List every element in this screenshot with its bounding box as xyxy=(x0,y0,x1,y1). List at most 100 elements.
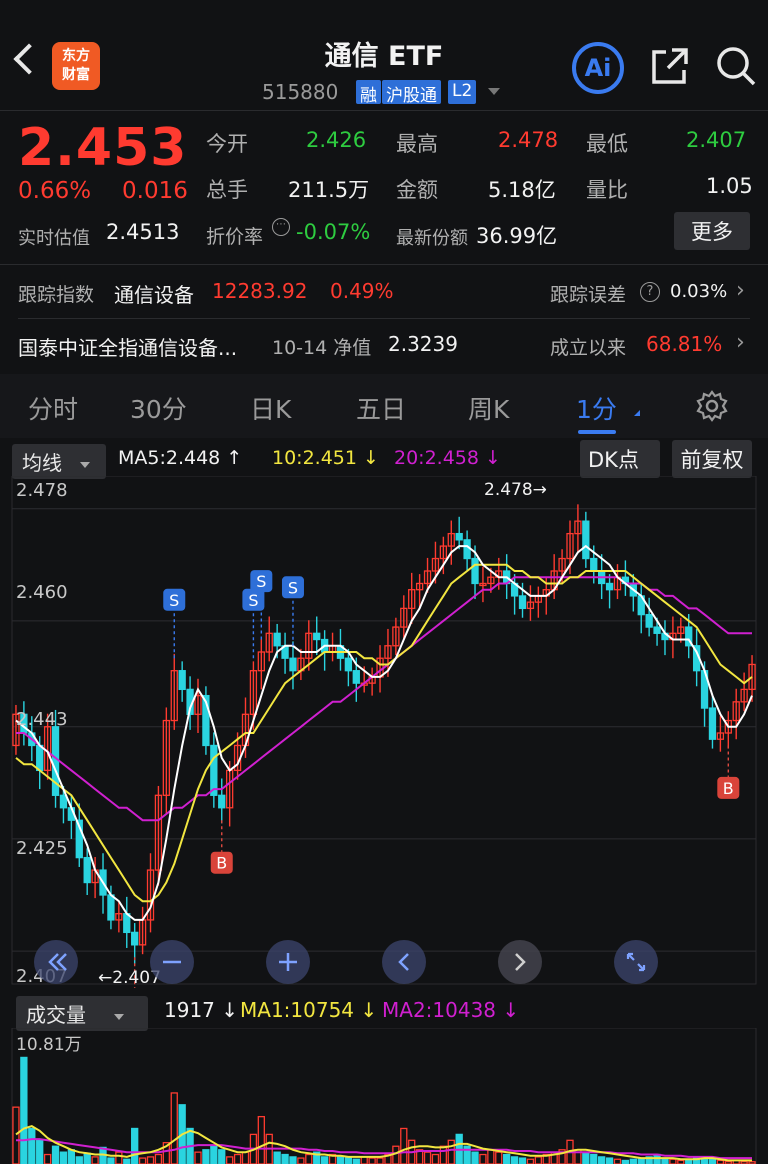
tracking-error-label: 跟踪误差 xyxy=(550,284,627,306)
gear-icon[interactable] xyxy=(696,390,728,426)
volume-bar xyxy=(257,1115,265,1164)
volume-bar xyxy=(233,1153,242,1164)
signal-letter: S xyxy=(256,572,266,591)
volume-bar xyxy=(107,1157,115,1164)
volume-bar xyxy=(526,1158,535,1164)
tab-corner-icon xyxy=(634,410,640,416)
volume-bar xyxy=(590,1153,598,1164)
volume-bar xyxy=(368,1157,376,1164)
open-label: 今开 xyxy=(206,132,248,156)
volume-bar xyxy=(495,1151,503,1164)
back-chevron-icon[interactable] xyxy=(13,43,45,75)
volume-bar xyxy=(653,1153,661,1164)
volume-current: 1917 ↓ xyxy=(164,998,239,1022)
chevron-down-icon xyxy=(114,1013,124,1020)
indicator-select[interactable]: 成交量 xyxy=(16,996,148,1031)
volume-bar xyxy=(598,1156,606,1164)
volume-bar xyxy=(241,1151,250,1164)
volume-bar xyxy=(392,1145,400,1164)
chevron-right-icon[interactable]: › xyxy=(736,278,745,303)
candle-body xyxy=(590,557,598,572)
volume-bar xyxy=(115,1151,123,1164)
volume-bar xyxy=(400,1127,408,1164)
y-tick-label: 2.425 xyxy=(16,838,68,859)
ma10-readout: 10:2.451 ↓ xyxy=(272,447,379,469)
shares-label: 最新份额 xyxy=(396,228,468,249)
volume-ratio-value: 1.05 xyxy=(706,174,753,198)
fund-name[interactable]: 国泰中证全指通信设备... xyxy=(18,332,237,361)
volume-bar xyxy=(20,1056,28,1164)
signal-letter: S xyxy=(169,591,179,610)
candle-body xyxy=(178,670,186,691)
zoom-out-button[interactable] xyxy=(150,940,194,984)
tab-1min[interactable]: 1分 xyxy=(576,390,617,426)
dk-point-button[interactable]: DK点 xyxy=(580,440,660,478)
adjust-button[interactable]: 前复权 xyxy=(672,440,752,478)
tracking-divider xyxy=(18,318,750,319)
volume-bar xyxy=(131,1127,139,1164)
volume-bar xyxy=(431,1153,440,1164)
volume-bar xyxy=(534,1156,542,1164)
nav-value: 2.3239 xyxy=(388,332,458,356)
volume-bar xyxy=(376,1157,384,1164)
tab-daily[interactable]: 日K xyxy=(250,390,291,426)
volume-value: 211.5万 xyxy=(288,178,370,202)
volume-bar xyxy=(297,1157,305,1164)
search-icon[interactable] xyxy=(714,44,758,88)
volume-bar xyxy=(479,1153,487,1164)
change-percent: 0.66% xyxy=(18,178,92,204)
scroll-left-button[interactable] xyxy=(382,940,426,984)
volume-bar xyxy=(518,1157,527,1164)
tab-weekly[interactable]: 周K xyxy=(468,390,509,426)
volume-bar xyxy=(91,1156,99,1164)
ma-select[interactable]: 均线 xyxy=(12,444,106,479)
tracking-index-name: 通信设备 xyxy=(114,283,194,307)
candlestick-chart[interactable]: SSSSBBB xyxy=(0,476,768,988)
candle-body xyxy=(582,520,590,560)
info-icon[interactable]: ⋯ xyxy=(272,218,290,236)
tab-five-day[interactable]: 五日 xyxy=(356,390,406,426)
volume-chart xyxy=(11,1028,757,1164)
level2-tag: L2 xyxy=(448,80,477,104)
ai-assistant-button[interactable]: Ai xyxy=(572,42,624,94)
zoom-in-button[interactable] xyxy=(266,940,310,984)
volume-bar xyxy=(439,1145,448,1164)
volume-bar xyxy=(289,1156,297,1164)
chevron-right-icon[interactable]: › xyxy=(736,330,745,355)
tab-30min[interactable]: 30分 xyxy=(130,390,187,426)
candle-body xyxy=(471,557,479,585)
candle-body xyxy=(653,626,661,634)
volume-bar xyxy=(487,1149,495,1164)
nav-label: 10-14 净值 xyxy=(272,337,372,359)
low-label: 最低 xyxy=(586,132,628,156)
volume-label: 总手 xyxy=(206,178,248,202)
signal-letter: S xyxy=(288,578,298,597)
share-icon[interactable] xyxy=(650,46,690,86)
candle-body xyxy=(273,632,281,647)
shares-value: 36.99亿 xyxy=(476,224,558,248)
discount-label: 折价率 xyxy=(206,226,264,248)
active-tab-indicator xyxy=(578,430,616,434)
volume-bar xyxy=(613,1158,622,1164)
high-label: 最高 xyxy=(396,132,438,156)
fast-back-button[interactable] xyxy=(34,940,78,984)
help-icon[interactable]: ? xyxy=(640,282,660,302)
volume-bar xyxy=(210,1145,218,1164)
ma5-readout: MA5:2.448 ↑ xyxy=(118,447,243,469)
volume-bar xyxy=(146,1156,155,1164)
volume-bar xyxy=(708,1158,717,1164)
volume-bar xyxy=(669,1158,677,1164)
volume-bar xyxy=(36,1139,44,1164)
indicator-select-label: 成交量 xyxy=(26,1003,86,1027)
volume-bar xyxy=(67,1149,76,1164)
scroll-right-button[interactable] xyxy=(498,940,542,984)
volume-bar xyxy=(503,1153,511,1164)
chevron-down-icon[interactable] xyxy=(488,88,500,95)
page-title: 通信 ETF xyxy=(324,41,444,72)
open-value: 2.426 xyxy=(306,128,367,152)
volume-bar xyxy=(123,1158,131,1164)
tracking-index-percent: 0.49% xyxy=(330,279,394,303)
fullscreen-button[interactable] xyxy=(614,940,658,984)
tab-intraday[interactable]: 分时 xyxy=(28,390,78,426)
more-button[interactable]: 更多 xyxy=(674,212,750,250)
